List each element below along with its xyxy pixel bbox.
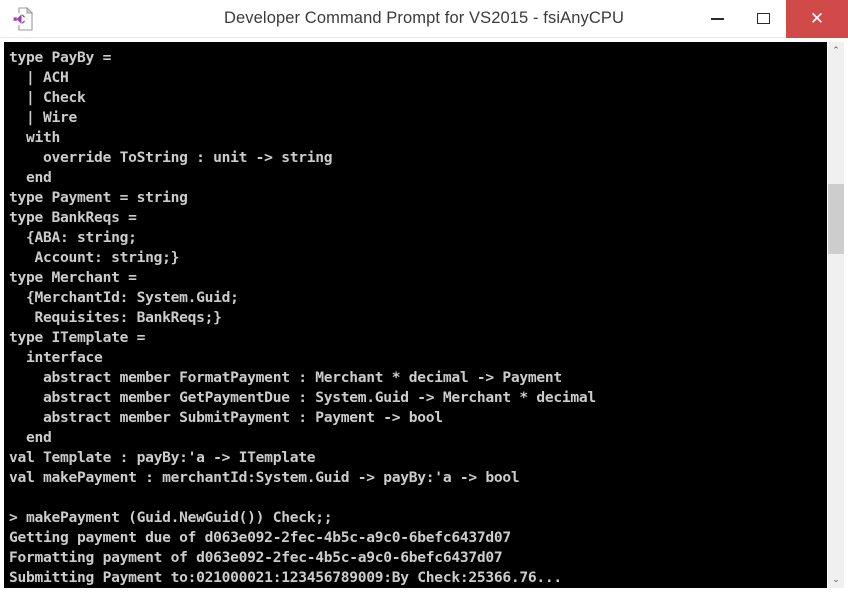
vertical-scrollbar[interactable]: ⌃ ⌄ [827, 42, 844, 588]
scrollbar-thumb[interactable] [828, 184, 844, 254]
maximize-button[interactable] [740, 0, 786, 38]
minimize-icon [710, 17, 724, 20]
scrollbar-track[interactable] [828, 59, 844, 571]
scroll-down-arrow-icon[interactable]: ⌄ [828, 571, 844, 588]
close-button[interactable]: ✕ [786, 0, 848, 38]
close-icon: ✕ [809, 9, 825, 28]
maximize-icon [756, 13, 770, 24]
console-text: type PayBy = | ACH | Check | Wire with o… [9, 49, 596, 586]
minimize-button[interactable] [694, 0, 740, 38]
window-controls: ✕ [694, 0, 848, 38]
fsharp-script-icon [8, 4, 38, 34]
title-bar[interactable]: Developer Command Prompt for VS2015 - fs… [0, 0, 848, 38]
scroll-up-arrow-icon[interactable]: ⌃ [828, 42, 844, 59]
command-prompt-window: Developer Command Prompt for VS2015 - fs… [0, 0, 848, 596]
console-output-area[interactable]: type PayBy = | ACH | Check | Wire with o… [4, 42, 827, 588]
window-body: type PayBy = | ACH | Check | Wire with o… [0, 38, 848, 596]
